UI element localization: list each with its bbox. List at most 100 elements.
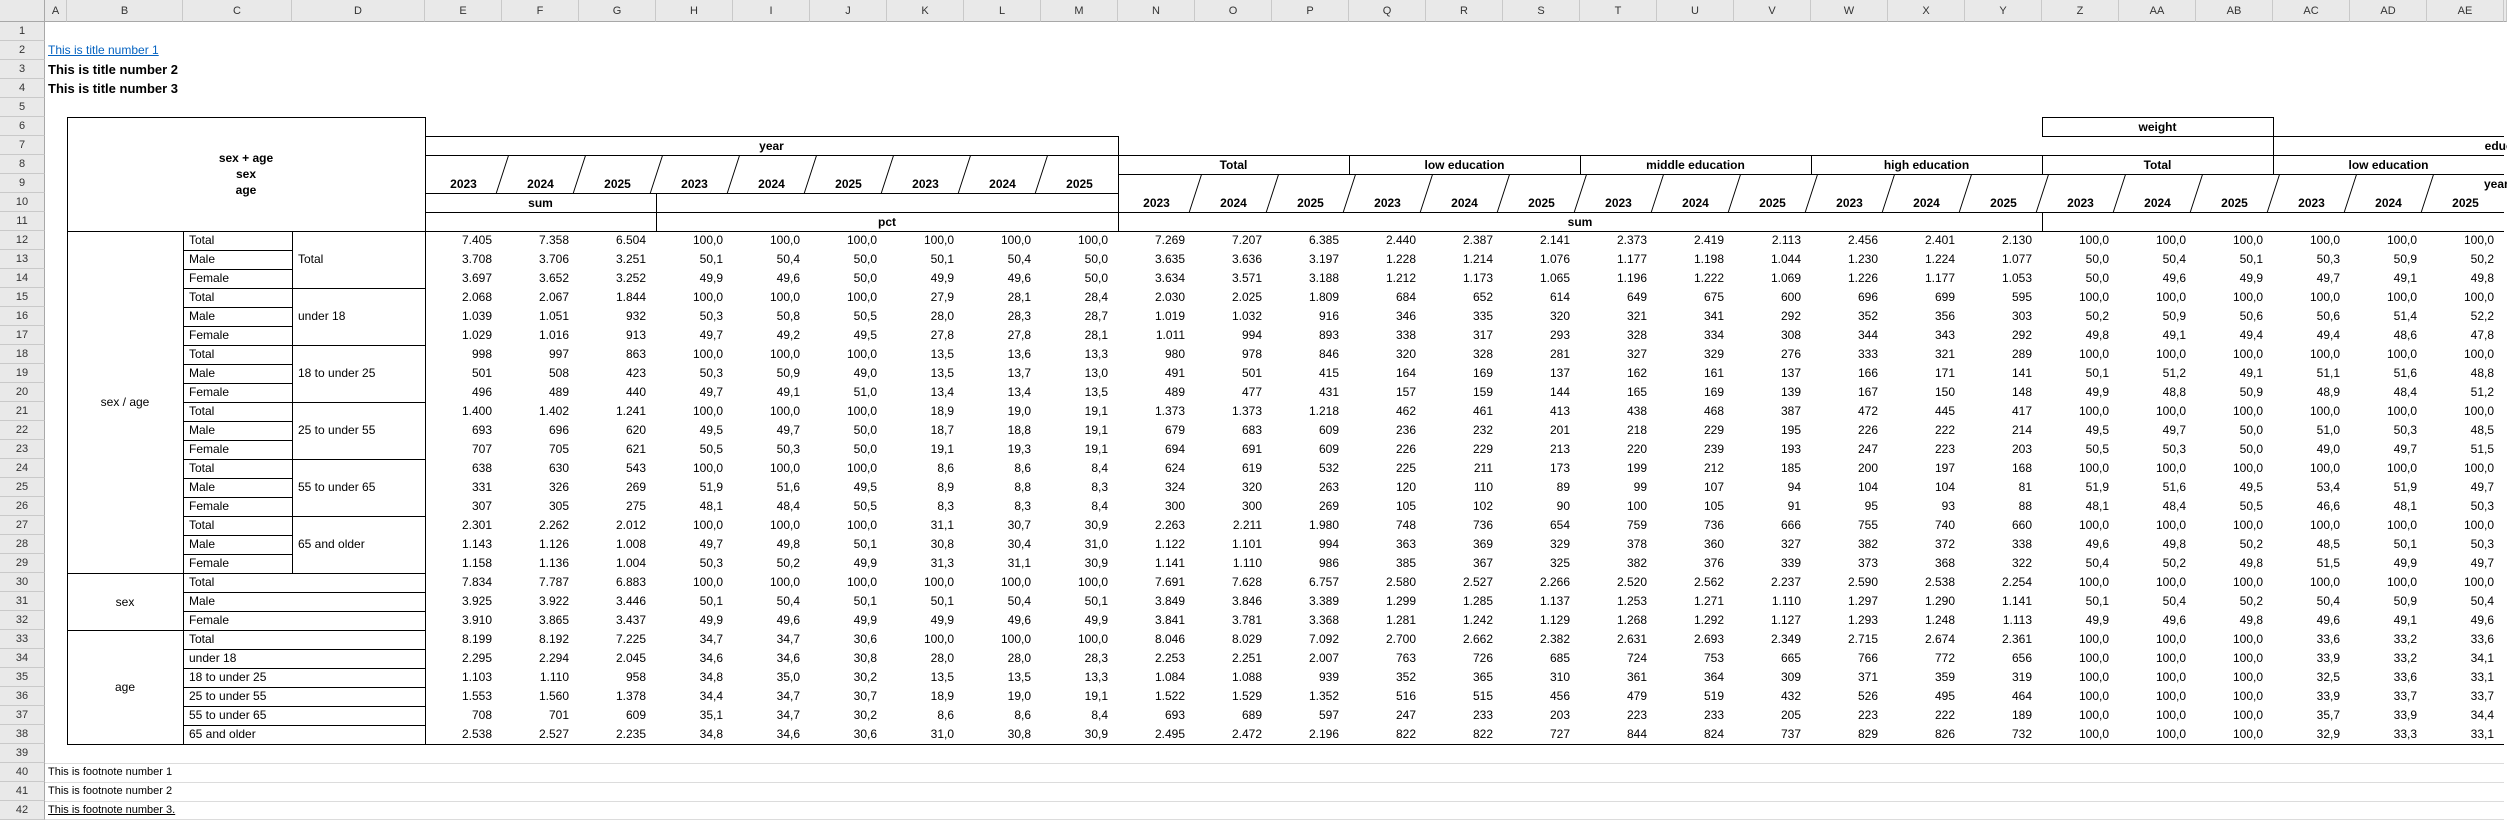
table-cell[interactable]: 100,0 bbox=[733, 516, 810, 535]
table-cell[interactable]: 33,3 bbox=[2350, 725, 2427, 744]
table-cell[interactable]: 2.295 bbox=[425, 649, 502, 668]
table-cell[interactable]: 100,0 bbox=[2196, 630, 2273, 649]
table-cell[interactable]: 165 bbox=[1580, 383, 1657, 402]
row-header-10[interactable]: 10 bbox=[0, 193, 45, 212]
table-cell[interactable]: 49,1 bbox=[2196, 364, 2273, 383]
table-cell[interactable]: 49,9 bbox=[656, 611, 733, 630]
year-cell[interactable]: 2024 bbox=[2119, 193, 2196, 212]
row-label[interactable]: Female bbox=[183, 554, 292, 573]
column-header-Y[interactable]: Y bbox=[1965, 0, 2042, 22]
table-cell[interactable]: 281 bbox=[1503, 345, 1580, 364]
table-cell[interactable]: 1.522 bbox=[1118, 687, 1195, 706]
table-cell[interactable]: 2.235 bbox=[579, 725, 656, 744]
header-pct-left[interactable]: pct bbox=[656, 212, 1118, 231]
table-cell[interactable]: 28,3 bbox=[964, 307, 1041, 326]
table-cell[interactable]: 100,0 bbox=[656, 459, 733, 478]
table-cell[interactable]: 3.437 bbox=[579, 611, 656, 630]
table-cell[interactable]: 1.242 bbox=[1426, 611, 1503, 630]
table-cell[interactable]: 100,0 bbox=[2119, 288, 2196, 307]
table-cell[interactable]: 226 bbox=[1349, 440, 1426, 459]
table-cell[interactable]: 195 bbox=[1734, 421, 1811, 440]
table-cell[interactable]: 2.527 bbox=[502, 725, 579, 744]
table-cell[interactable]: 100 bbox=[1580, 497, 1657, 516]
table-cell[interactable]: 100,0 bbox=[2273, 345, 2350, 364]
table-cell[interactable]: 49,9 bbox=[2350, 554, 2427, 573]
table-cell[interactable]: 1.224 bbox=[1888, 250, 1965, 269]
table-cell[interactable]: 50,3 bbox=[2427, 535, 2504, 554]
row-header-20[interactable]: 20 bbox=[0, 383, 45, 402]
year-cell[interactable]: 2025 bbox=[2196, 193, 2273, 212]
table-cell[interactable]: 100,0 bbox=[656, 345, 733, 364]
table-cell[interactable]: 100,0 bbox=[2119, 459, 2196, 478]
row-header-24[interactable]: 24 bbox=[0, 459, 45, 478]
table-cell[interactable]: 1.016 bbox=[502, 326, 579, 345]
table-cell[interactable]: 33,2 bbox=[2350, 649, 2427, 668]
table-cell[interactable]: 167 bbox=[1811, 383, 1888, 402]
table-cell[interactable]: 1.373 bbox=[1195, 402, 1272, 421]
column-header-E[interactable]: E bbox=[425, 0, 502, 22]
table-cell[interactable]: 19,3 bbox=[964, 440, 1041, 459]
year-cell[interactable]: 2025 bbox=[810, 174, 887, 193]
table-cell[interactable]: 2.253 bbox=[1118, 649, 1195, 668]
table-cell[interactable]: 100,0 bbox=[733, 402, 810, 421]
row-header-27[interactable]: 27 bbox=[0, 516, 45, 535]
table-cell[interactable]: 652 bbox=[1426, 288, 1503, 307]
table-cell[interactable]: 53,4 bbox=[2273, 478, 2350, 497]
table-cell[interactable]: 7.405 bbox=[425, 231, 502, 250]
table-cell[interactable]: 100,0 bbox=[1041, 630, 1118, 649]
table-cell[interactable]: 199 bbox=[1580, 459, 1657, 478]
table-cell[interactable]: 48,1 bbox=[656, 497, 733, 516]
table-cell[interactable]: 479 bbox=[1580, 687, 1657, 706]
table-cell[interactable]: 2.538 bbox=[425, 725, 502, 744]
table-cell[interactable]: 100,0 bbox=[2273, 516, 2350, 535]
table-cell[interactable]: 1.126 bbox=[502, 535, 579, 554]
table-cell[interactable]: 2.211 bbox=[1195, 516, 1272, 535]
table-cell[interactable]: 100,0 bbox=[964, 231, 1041, 250]
header-education-clipped[interactable]: education bbox=[2273, 136, 2507, 155]
table-cell[interactable]: 385 bbox=[1349, 554, 1426, 573]
table-cell[interactable]: 100,0 bbox=[2273, 231, 2350, 250]
row-header-4[interactable]: 4 bbox=[0, 79, 45, 98]
table-cell[interactable]: 50,3 bbox=[733, 440, 810, 459]
table-cell[interactable]: 49,6 bbox=[2427, 611, 2504, 630]
table-cell[interactable]: 50,5 bbox=[656, 440, 733, 459]
table-cell[interactable]: 50,2 bbox=[2427, 250, 2504, 269]
table-cell[interactable]: 100,0 bbox=[2350, 288, 2427, 307]
table-cell[interactable]: 382 bbox=[1811, 535, 1888, 554]
table-cell[interactable]: 157 bbox=[1349, 383, 1426, 402]
table-cell[interactable]: 226 bbox=[1811, 421, 1888, 440]
table-cell[interactable]: 373 bbox=[1811, 554, 1888, 573]
table-cell[interactable]: 100,0 bbox=[2427, 402, 2504, 421]
age-label[interactable]: Total bbox=[292, 231, 425, 288]
table-cell[interactable]: 654 bbox=[1503, 516, 1580, 535]
table-cell[interactable]: 100,0 bbox=[2273, 459, 2350, 478]
table-cell[interactable]: 328 bbox=[1426, 345, 1503, 364]
table-cell[interactable]: 1.084 bbox=[1118, 668, 1195, 687]
table-cell[interactable]: 1.177 bbox=[1580, 250, 1657, 269]
table-cell[interactable]: 100,0 bbox=[656, 288, 733, 307]
table-cell[interactable]: 50,2 bbox=[2196, 592, 2273, 611]
table-cell[interactable]: 171 bbox=[1888, 364, 1965, 383]
table-cell[interactable]: 100,0 bbox=[887, 231, 964, 250]
table-cell[interactable]: 50,0 bbox=[2196, 440, 2273, 459]
table-cell[interactable]: 50,0 bbox=[2196, 421, 2273, 440]
table-cell[interactable]: 338 bbox=[1349, 326, 1426, 345]
table-cell[interactable]: 491 bbox=[1118, 364, 1195, 383]
table-cell[interactable]: 18,9 bbox=[887, 402, 964, 421]
row-header-29[interactable]: 29 bbox=[0, 554, 45, 573]
table-cell[interactable]: 49,8 bbox=[2196, 611, 2273, 630]
table-cell[interactable]: 372 bbox=[1888, 535, 1965, 554]
table-cell[interactable]: 1.051 bbox=[502, 307, 579, 326]
table-cell[interactable]: 3.635 bbox=[1118, 250, 1195, 269]
table-cell[interactable]: 100,0 bbox=[810, 459, 887, 478]
row-label[interactable]: Total bbox=[183, 459, 292, 478]
table-cell[interactable]: 102 bbox=[1426, 497, 1503, 516]
column-header-AC[interactable]: AC bbox=[2273, 0, 2350, 22]
table-cell[interactable]: 609 bbox=[579, 706, 656, 725]
row-label[interactable]: Total bbox=[183, 402, 292, 421]
table-cell[interactable]: 100,0 bbox=[733, 459, 810, 478]
table-cell[interactable]: 1.529 bbox=[1195, 687, 1272, 706]
table-cell[interactable]: 100,0 bbox=[2042, 706, 2119, 725]
table-cell[interactable]: 49,7 bbox=[2350, 440, 2427, 459]
year-cell[interactable]: 2025 bbox=[1272, 193, 1349, 212]
